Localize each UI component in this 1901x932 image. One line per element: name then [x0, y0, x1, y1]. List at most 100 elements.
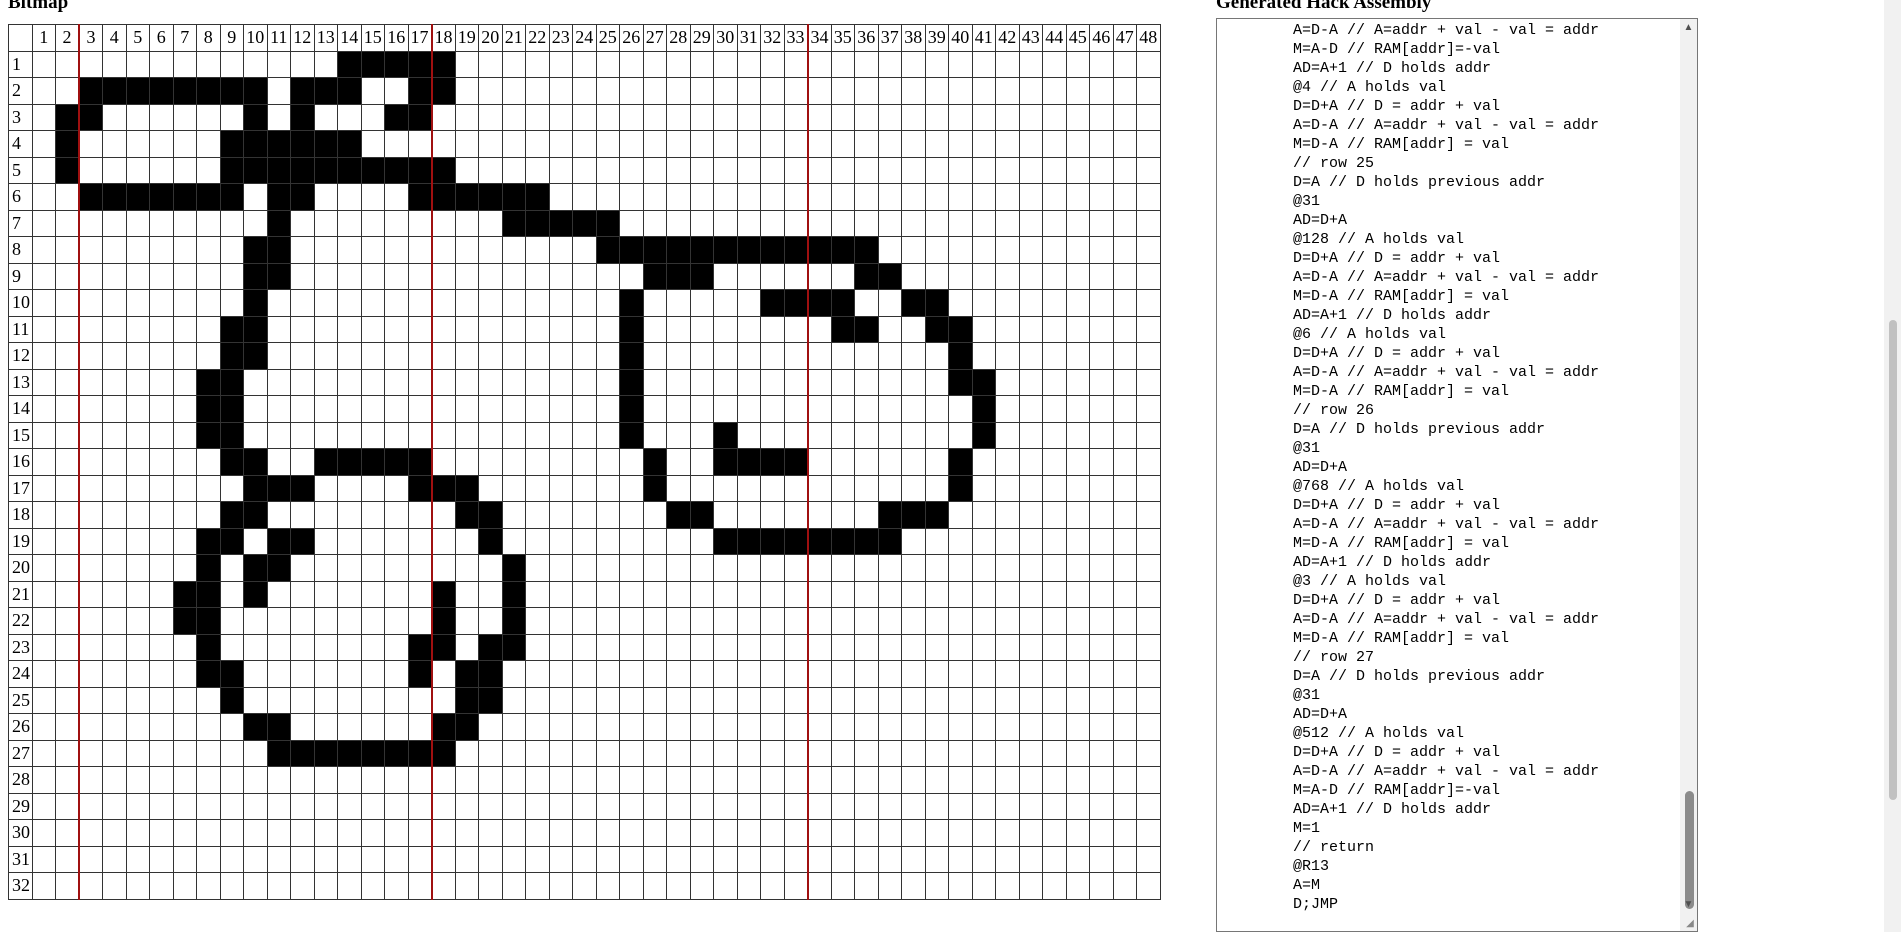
pixel-cell[interactable] [572, 633, 597, 661]
pixel-cell[interactable] [501, 421, 526, 449]
pixel-cell[interactable] [736, 315, 761, 343]
pixel-cell[interactable] [313, 50, 338, 78]
pixel-cell[interactable] [102, 739, 127, 767]
pixel-cell[interactable] [478, 792, 503, 820]
pixel-cell[interactable] [31, 289, 56, 317]
pixel-cell[interactable] [78, 580, 103, 608]
pixel-cell[interactable] [901, 236, 926, 264]
pixel-cell[interactable] [595, 819, 620, 847]
pixel-cell[interactable] [807, 289, 832, 317]
pixel-cell[interactable] [713, 50, 738, 78]
pixel-cell[interactable] [219, 792, 244, 820]
pixel-cell[interactable] [877, 103, 902, 131]
pixel-cell[interactable] [666, 236, 691, 264]
pixel-cell[interactable] [548, 607, 573, 635]
pixel-cell[interactable] [948, 262, 973, 290]
pixel-cell[interactable] [431, 845, 456, 873]
pixel-cell[interactable] [219, 686, 244, 714]
pixel-cell[interactable] [760, 819, 785, 847]
pixel-cell[interactable] [830, 501, 855, 529]
pixel-cell[interactable] [149, 633, 174, 661]
pixel-cell[interactable] [807, 554, 832, 582]
pixel-cell[interactable] [689, 713, 714, 741]
pixel-cell[interactable] [948, 660, 973, 688]
pixel-cell[interactable] [478, 501, 503, 529]
pixel-cell[interactable] [219, 395, 244, 423]
pixel-cell[interactable] [760, 289, 785, 317]
pixel-cell[interactable] [172, 342, 197, 370]
pixel-cell[interactable] [877, 421, 902, 449]
pixel-cell[interactable] [219, 580, 244, 608]
pixel-cell[interactable] [901, 103, 926, 131]
pixel-cell[interactable] [854, 77, 879, 105]
pixel-cell[interactable] [924, 633, 949, 661]
pixel-cell[interactable] [266, 236, 291, 264]
pixel-cell[interactable] [525, 103, 550, 131]
pixel-cell[interactable] [689, 580, 714, 608]
pixel-cell[interactable] [548, 421, 573, 449]
pixel-cell[interactable] [1065, 368, 1090, 396]
pixel-cell[interactable] [78, 289, 103, 317]
pixel-cell[interactable] [384, 342, 409, 370]
pixel-cell[interactable] [642, 103, 667, 131]
pixel-cell[interactable] [1136, 289, 1161, 317]
pixel-cell[interactable] [854, 872, 879, 900]
pixel-cell[interactable] [243, 633, 268, 661]
pixel-cell[interactable] [337, 819, 362, 847]
pixel-cell[interactable] [854, 421, 879, 449]
pixel-cell[interactable] [501, 474, 526, 502]
pixel-cell[interactable] [1089, 686, 1114, 714]
pixel-cell[interactable] [1065, 315, 1090, 343]
pixel-cell[interactable] [384, 236, 409, 264]
pixel-cell[interactable] [431, 315, 456, 343]
pixel-cell[interactable] [1042, 209, 1067, 237]
pixel-cell[interactable] [525, 580, 550, 608]
pixel-cell[interactable] [1042, 633, 1067, 661]
pixel-cell[interactable] [55, 130, 80, 158]
pixel-cell[interactable] [1112, 77, 1137, 105]
pixel-cell[interactable] [313, 474, 338, 502]
pixel-cell[interactable] [619, 845, 644, 873]
pixel-cell[interactable] [1065, 77, 1090, 105]
pixel-cell[interactable] [666, 713, 691, 741]
pixel-cell[interactable] [360, 50, 385, 78]
pixel-cell[interactable] [78, 527, 103, 555]
pixel-cell[interactable] [219, 474, 244, 502]
pixel-cell[interactable] [337, 713, 362, 741]
pixel-cell[interactable] [454, 766, 479, 794]
pixel-cell[interactable] [431, 342, 456, 370]
pixel-cell[interactable] [501, 872, 526, 900]
pixel-cell[interactable] [689, 77, 714, 105]
pixel-cell[interactable] [830, 819, 855, 847]
pixel-cell[interactable] [196, 183, 221, 211]
pixel-cell[interactable] [995, 421, 1020, 449]
pixel-cell[interactable] [360, 77, 385, 105]
pixel-cell[interactable] [971, 554, 996, 582]
pixel-cell[interactable] [642, 554, 667, 582]
pixel-cell[interactable] [760, 236, 785, 264]
pixel-cell[interactable] [830, 77, 855, 105]
pixel-cell[interactable] [290, 660, 315, 688]
pixel-cell[interactable] [854, 474, 879, 502]
pixel-cell[interactable] [924, 77, 949, 105]
pixel-cell[interactable] [995, 845, 1020, 873]
pixel-cell[interactable] [384, 527, 409, 555]
pixel-cell[interactable] [995, 713, 1020, 741]
pixel-cell[interactable] [642, 686, 667, 714]
pixel-cell[interactable] [149, 792, 174, 820]
pixel-cell[interactable] [1089, 580, 1114, 608]
pixel-cell[interactable] [619, 686, 644, 714]
pixel-cell[interactable] [102, 315, 127, 343]
pixel-cell[interactable] [525, 183, 550, 211]
pixel-cell[interactable] [172, 713, 197, 741]
pixel-cell[interactable] [1018, 474, 1043, 502]
pixel-cell[interactable] [948, 368, 973, 396]
pixel-cell[interactable] [666, 289, 691, 317]
pixel-cell[interactable] [501, 660, 526, 688]
pixel-cell[interactable] [1042, 183, 1067, 211]
pixel-cell[interactable] [548, 580, 573, 608]
pixel-cell[interactable] [901, 501, 926, 529]
pixel-cell[interactable] [736, 448, 761, 476]
pixel-cell[interactable] [360, 130, 385, 158]
pixel-cell[interactable] [78, 554, 103, 582]
